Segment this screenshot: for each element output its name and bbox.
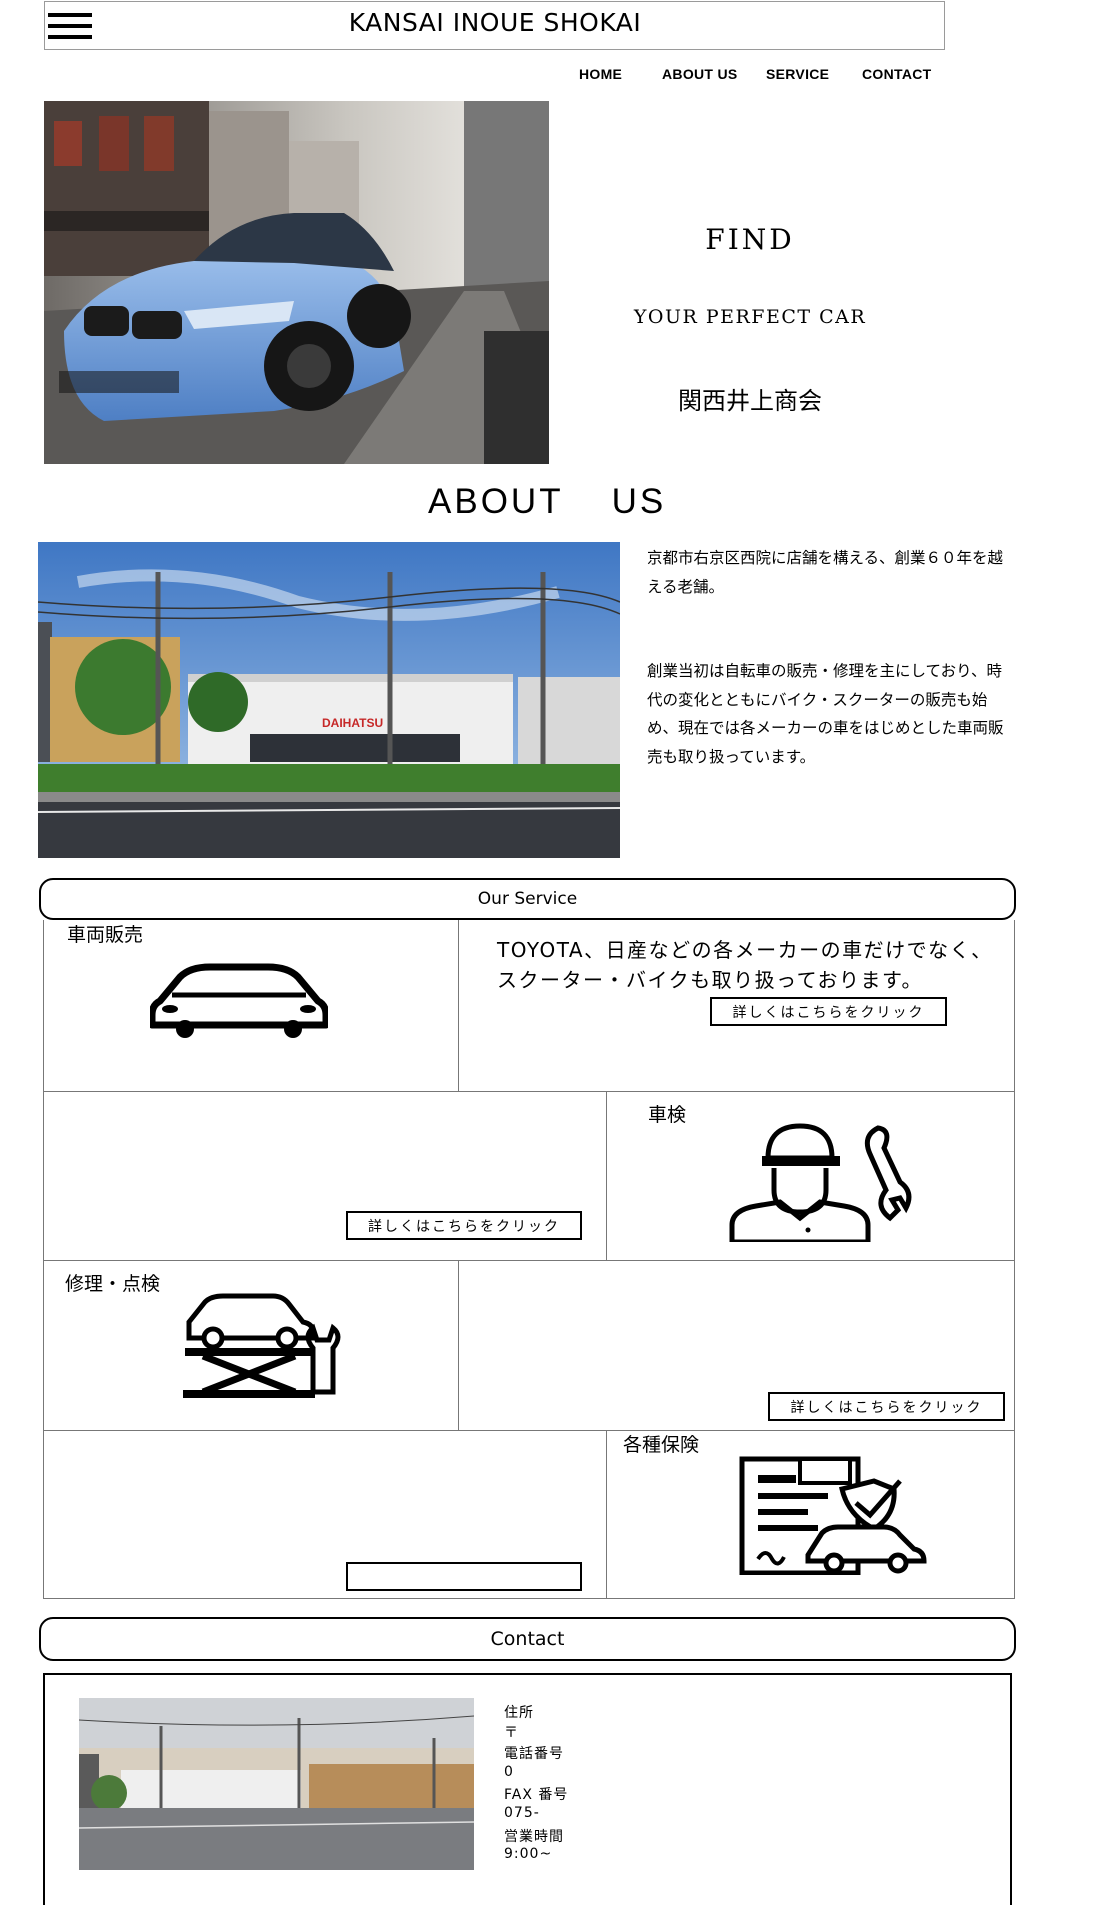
- inspection-detail-button[interactable]: 詳しくはこちらをクリック: [346, 1211, 582, 1240]
- contact-phone-value: 0: [504, 1764, 514, 1780]
- service-label-repair: 修理・点検: [65, 1273, 161, 1295]
- service-label-inspection: 車検: [648, 1104, 687, 1126]
- hero-headline: FIND: [705, 223, 795, 256]
- service-label-sales: 車両販売: [67, 924, 144, 946]
- contact-store-photo: [79, 1698, 474, 1870]
- service-label-insurance: 各種保険: [623, 1434, 700, 1456]
- hero-car-photo: [44, 101, 549, 464]
- repair-detail-button[interactable]: 詳しくはこちらをクリック: [768, 1392, 1005, 1421]
- hero-company-name: 関西井上商会: [678, 387, 822, 415]
- insurance-icon: [739, 1456, 927, 1575]
- about-title: ABOUT US: [428, 482, 667, 521]
- storefront-sign: DAIHATSU: [322, 716, 383, 730]
- site-title: KANSAI INOUE SHOKAI: [348, 8, 642, 37]
- vehicle-sales-detail-button[interactable]: 詳しくはこちらをクリック: [710, 997, 947, 1026]
- storefront-photo: DAIHATSU: [38, 542, 620, 858]
- contact-fax-value: 075-: [504, 1805, 540, 1821]
- contact-hours-label: 営業時間: [504, 1829, 564, 1845]
- contact-phone-label: 電話番号: [504, 1746, 564, 1762]
- hero-subheadline: YOUR PERFECT CAR: [633, 306, 867, 328]
- insurance-detail-button-empty[interactable]: [346, 1562, 582, 1591]
- nav-contact[interactable]: CONTACT: [862, 66, 932, 82]
- contact-postal: 〒: [504, 1725, 519, 1741]
- nav-home[interactable]: HOME: [579, 66, 622, 82]
- contact-address-label: 住所: [504, 1705, 534, 1721]
- about-paragraph-2: 創業当初は自転車の販売・修理を主にしており、時代の変化とともにバイク・スクーター…: [647, 662, 1004, 766]
- contact-hours-value: 9:00~: [504, 1846, 553, 1862]
- car-icon: [150, 963, 328, 1038]
- nav-service[interactable]: SERVICE: [766, 66, 829, 82]
- nav-about-us[interactable]: ABOUT US: [662, 66, 738, 82]
- service-section-header: Our Service: [39, 878, 1016, 920]
- car-lift-icon: [183, 1293, 341, 1398]
- about-paragraph-1: 京都市右京区西院に店舗を構える、創業６０年を越える老舗。: [647, 549, 1004, 596]
- contact-section-header: Contact: [39, 1617, 1016, 1661]
- mechanic-icon: [729, 1123, 912, 1242]
- vehicle-sales-description: TOYOTA、日産などの各メーカーの車だけでなく、スクーター・バイクも取り扱って…: [497, 938, 993, 992]
- contact-fax-label: FAX 番号: [504, 1787, 569, 1803]
